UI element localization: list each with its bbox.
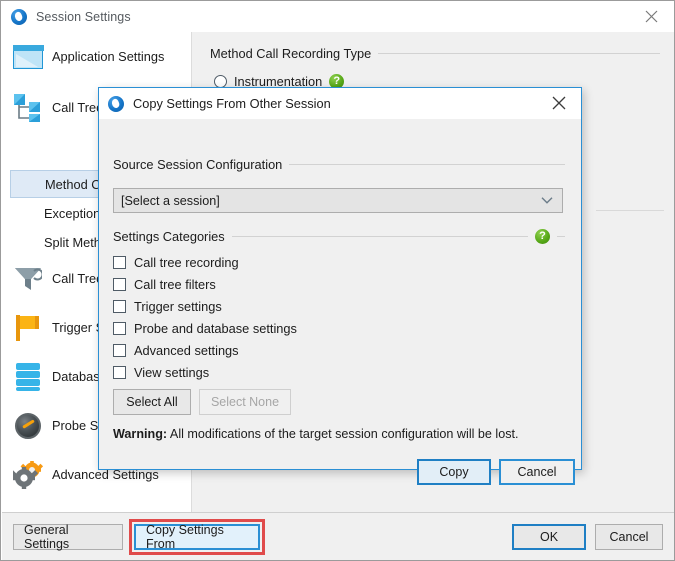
checkbox-probe-and-database-settings[interactable]: Probe and database settings [113,321,297,336]
window-title-bar: Session Settings [1,1,674,32]
source-session-group: Source Session Configuration [113,157,565,172]
checkbox[interactable] [113,322,126,335]
ok-button[interactable]: OK [512,524,586,550]
checkbox-label: Call tree recording [134,255,239,270]
session-select-value: [Select a session] [121,194,220,208]
checkbox-advanced-settings[interactable]: Advanced settings [113,343,239,358]
dialog-title: Copy Settings From Other Session [133,96,331,111]
select-all-button[interactable]: Select All [113,389,191,415]
session-settings-window: Session Settings Application Settings [0,0,675,561]
highlight-box [129,519,265,555]
application-window-icon [10,39,44,73]
group-divider-tail [557,236,565,237]
database-icon [10,359,44,393]
dialog-copy-button[interactable]: Copy [417,459,491,485]
dialog-body: Source Session Configuration [Select a s… [99,119,581,469]
select-none-button: Select None [199,389,291,415]
funnel-icon [10,261,44,295]
jprofiler-icon [108,96,124,112]
checkbox[interactable] [113,256,126,269]
checkbox-call-tree-filters[interactable]: Call tree filters [113,277,216,292]
sidebar-item-label: Application Settings [52,49,164,64]
checkbox-label: View settings [134,365,209,380]
checkbox-view-settings[interactable]: View settings [113,365,209,380]
jprofiler-icon [11,9,27,25]
checkbox-label: Trigger settings [134,299,222,314]
session-select[interactable]: [Select a session] [113,188,563,213]
checkbox-call-tree-recording[interactable]: Call tree recording [113,255,239,270]
checkbox[interactable] [113,344,126,357]
group-divider [378,53,660,54]
group-title: Source Session Configuration [113,157,282,172]
group-title: Settings Categories [113,229,225,244]
checkbox[interactable] [113,278,126,291]
gears-icon [10,457,44,491]
group-title: Method Call Recording Type [210,46,371,61]
settings-categories-group: Settings Categories ? [113,229,565,244]
copy-settings-dialog: Copy Settings From Other Session Source … [98,87,582,470]
general-settings-button[interactable]: General Settings [13,524,123,550]
close-icon[interactable] [629,1,674,31]
probe-gauge-icon [10,408,44,442]
sidebar-item-application-settings[interactable]: Application Settings [10,42,186,70]
dialog-title-bar: Copy Settings From Other Session [99,88,581,119]
warning-label: Warning: [113,427,167,441]
group-divider [289,164,565,165]
checkbox-label: Probe and database settings [134,321,297,336]
warning-text: Warning: All modifications of the target… [113,427,519,441]
panel-divider [596,210,664,211]
close-icon[interactable] [537,88,581,118]
window-button-bar: General Settings Copy Settings From OK C… [2,512,674,561]
group-divider [232,236,528,237]
help-icon[interactable]: ? [535,229,550,244]
warning-message: All modifications of the target session … [167,427,518,441]
checkbox-label: Call tree filters [134,277,216,292]
checkbox[interactable] [113,366,126,379]
chevron-down-icon[interactable] [541,193,553,207]
cancel-button[interactable]: Cancel [595,524,663,550]
checkbox-label: Advanced settings [134,343,239,358]
call-tree-icon [10,90,44,124]
method-call-recording-type-group: Method Call Recording Type [210,46,660,61]
window-title: Session Settings [36,10,131,24]
flag-icon [10,310,44,344]
dialog-cancel-button[interactable]: Cancel [499,459,575,485]
checkbox-trigger-settings[interactable]: Trigger settings [113,299,222,314]
checkbox[interactable] [113,300,126,313]
